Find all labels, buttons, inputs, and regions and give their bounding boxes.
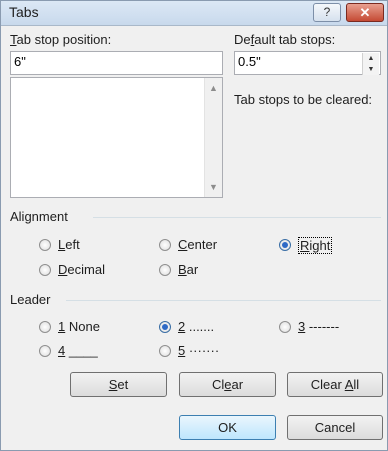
scroll-up-icon[interactable]: ▲ [209,83,218,93]
radio-circle-selected [159,321,171,333]
help-icon: ? [323,5,331,19]
alignment-heading: Alignment [10,209,68,224]
radio-circle [159,345,171,357]
tabs-dialog: Tabs ? ✕ Tab stop position: 6" ▲ ▼ Defau… [0,0,388,451]
close-icon: ✕ [359,5,371,20]
cancel-button[interactable]: Cancel [287,415,383,440]
title-bar: Tabs ? ✕ [1,1,387,26]
radio-circle [279,321,291,333]
tab-stop-list[interactable]: ▲ ▼ [10,77,223,198]
radio-circle [39,264,51,276]
leader-divider [66,300,381,301]
radio-circle [39,345,51,357]
scroll-down-icon[interactable]: ▼ [209,182,218,192]
default-tab-stops-spinner[interactable]: ▲ ▼ [362,53,379,75]
spin-down-icon[interactable]: ▼ [363,64,379,75]
dialog-title: Tabs [9,4,39,20]
alignment-divider [93,217,381,218]
set-button[interactable]: Set [70,372,167,397]
radio-circle [159,264,171,276]
tab-stop-position-label: Tab stop position: [10,32,112,47]
help-button[interactable]: ? [313,3,341,22]
leader-heading: Leader [10,292,51,307]
clear-button[interactable]: Clear [179,372,276,397]
close-button[interactable]: ✕ [346,3,384,22]
spin-up-icon[interactable]: ▲ [363,53,379,64]
default-tab-stops-label: Default tab stops: [234,32,336,47]
tab-stop-position-input[interactable]: 6" [10,51,223,75]
default-tab-stops-input[interactable]: 0.5" ▲ ▼ [234,51,381,75]
tab-stops-to-be-cleared-label: Tab stops to be cleared: [234,92,373,107]
radio-circle-selected [279,239,291,251]
radio-circle [159,239,171,251]
radio-circle [39,239,51,251]
clear-all-button[interactable]: Clear All [287,372,383,397]
tab-stop-list-scrollbar[interactable]: ▲ ▼ [204,78,222,197]
radio-circle [39,321,51,333]
ok-button[interactable]: OK [179,415,276,440]
